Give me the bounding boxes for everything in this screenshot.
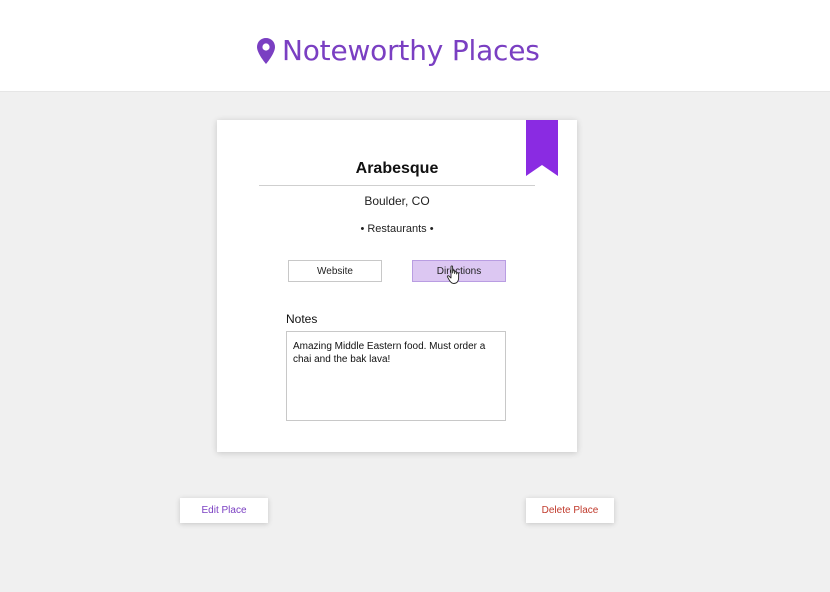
- website-button[interactable]: Website: [288, 260, 382, 282]
- place-card: Arabesque Boulder, CO • Restaurants • We…: [217, 120, 577, 452]
- notes-label: Notes: [286, 312, 318, 326]
- page-title: Noteworthy Places: [282, 34, 540, 67]
- app-header: Noteworthy Places: [0, 0, 830, 92]
- divider: [259, 185, 535, 186]
- hand-cursor-icon: [446, 265, 460, 284]
- place-category: • Restaurants •: [360, 223, 434, 235]
- place-name: Arabesque: [355, 160, 439, 177]
- map-pin-icon: [256, 37, 276, 65]
- place-location: Boulder, CO: [364, 194, 430, 208]
- delete-place-button[interactable]: Delete Place: [526, 498, 614, 523]
- notes-textarea[interactable]: Amazing Middle Eastern food. Must order …: [286, 331, 506, 421]
- edit-place-button[interactable]: Edit Place: [180, 498, 268, 523]
- brand: Noteworthy Places: [256, 34, 540, 67]
